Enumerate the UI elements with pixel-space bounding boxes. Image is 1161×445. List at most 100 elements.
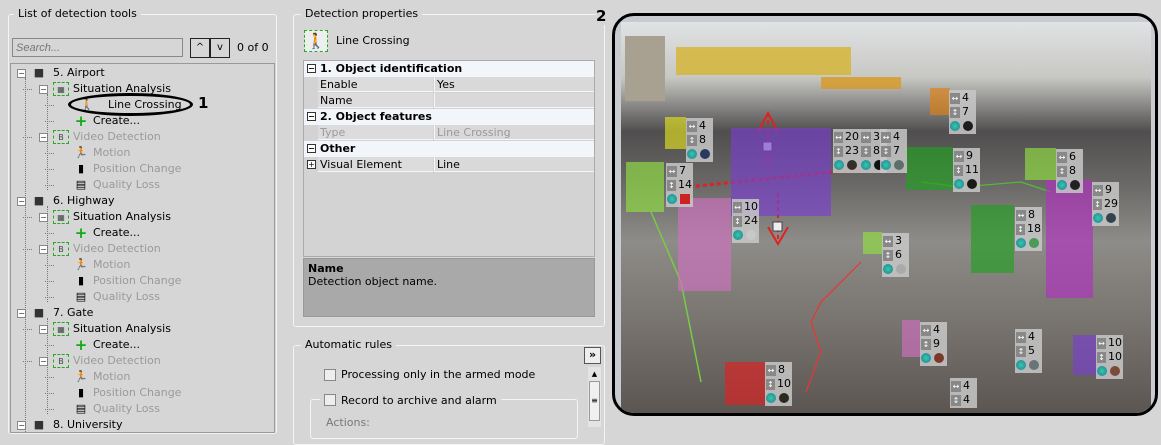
property-value[interactable]: Line bbox=[434, 157, 594, 172]
object-tag[interactable]: ↔ 7 ↕ 14 bbox=[666, 163, 693, 207]
video-preview[interactable]: ↔ 4 ↕ 8 ↔ 7 ↕ 14 ↔ 10 ↕ 24 ↔ 20 ↕ 23 ↔ 3 ↕ 8 ↔ 4 ↕ 7 ↔ 4 ↕ 7 ↔ 9 ↕ 11 ↔ 6… bbox=[612, 13, 1158, 416]
tree-item[interactable]: − ■ 7. Gate bbox=[11, 305, 271, 321]
object-tag[interactable]: ↔ 4 ↕ 7 bbox=[949, 90, 976, 134]
property-row[interactable]: + Visual Element Line bbox=[304, 157, 594, 173]
quality-loss-icon: ▤ bbox=[75, 290, 87, 303]
direction-handle-icon[interactable] bbox=[772, 221, 783, 232]
search-next-button[interactable]: v bbox=[210, 38, 230, 58]
tree-item[interactable]: 🏃 Motion bbox=[11, 369, 271, 385]
color-swatch bbox=[1029, 360, 1039, 370]
collapse-toggle[interactable]: − bbox=[17, 69, 26, 78]
globe-icon bbox=[921, 353, 931, 363]
section-toggle[interactable]: − bbox=[307, 64, 316, 73]
video-detection-icon: B bbox=[53, 354, 69, 368]
property-section[interactable]: − Other bbox=[304, 141, 594, 157]
property-value[interactable]: Yes bbox=[434, 77, 594, 92]
expand-rules-button[interactable]: » bbox=[584, 347, 601, 364]
tree-item[interactable]: − ■ 5. Airport bbox=[11, 65, 271, 81]
detection-zone bbox=[863, 232, 882, 254]
width-icon: ↔ bbox=[951, 380, 961, 392]
camera-icon: ■ bbox=[33, 66, 45, 79]
tree-connector bbox=[47, 318, 48, 414]
collapse-toggle[interactable]: − bbox=[39, 85, 48, 94]
tree-item[interactable]: − ▦ Situation Analysis bbox=[11, 321, 271, 337]
object-tag[interactable]: ↔ 4 ↕ 4 bbox=[950, 378, 977, 408]
scroll-up-arrow[interactable]: ▲ bbox=[588, 367, 601, 381]
tree-item[interactable]: − B Video Detection bbox=[11, 353, 271, 369]
object-tag[interactable]: ↔ 4 ↕ 7 bbox=[880, 129, 907, 173]
section-toggle[interactable]: − bbox=[307, 112, 316, 121]
tree-item[interactable]: − ■ 6. Highway bbox=[11, 193, 271, 209]
object-tag[interactable]: ↔ 10 ↕ 10 bbox=[1096, 335, 1123, 379]
width-icon: ↔ bbox=[1097, 337, 1106, 349]
object-tag[interactable]: ↔ 9 ↕ 29 bbox=[1092, 182, 1119, 226]
object-tag[interactable]: ↔ 4 ↕ 5 bbox=[1015, 329, 1042, 373]
tree-item[interactable]: + Create... bbox=[11, 225, 271, 241]
object-tag[interactable]: ↔ 6 ↕ 8 bbox=[1056, 149, 1083, 193]
property-row[interactable]: Name bbox=[304, 93, 594, 109]
property-name: Name bbox=[318, 93, 433, 108]
color-swatch bbox=[896, 264, 906, 274]
object-tag[interactable]: ↔ 4 ↕ 8 bbox=[686, 118, 713, 162]
position-change-icon: ▮ bbox=[77, 162, 85, 175]
property-grid[interactable]: −1. Object identification Enable Yes Name −2… bbox=[303, 60, 595, 257]
detection-zone bbox=[1073, 335, 1096, 375]
record-legend: Record to archive and alarm bbox=[320, 392, 501, 408]
property-row[interactable]: Enable Yes bbox=[304, 77, 594, 93]
search-input[interactable] bbox=[12, 38, 183, 57]
property-row[interactable]: Type Line Crossing bbox=[304, 125, 594, 141]
actions-label: Actions: bbox=[326, 416, 370, 429]
detection-tree[interactable]: − ■ 5. Airport − ▦ Situation Analysis 🚶 Line Cr… bbox=[10, 63, 275, 433]
color-swatch bbox=[967, 179, 977, 189]
object-tag[interactable]: ↔ 10 ↕ 24 bbox=[732, 199, 759, 243]
tag-width: 9 bbox=[1105, 183, 1112, 196]
section-toggle[interactable]: − bbox=[307, 144, 316, 153]
automatic-rules-title: Automatic rules bbox=[301, 338, 396, 351]
search-prev-button[interactable]: ^ bbox=[190, 38, 210, 58]
tree-item[interactable]: − B Video Detection bbox=[11, 241, 271, 257]
tree-item[interactable]: − ▦ Situation Analysis bbox=[11, 209, 271, 225]
rules-scrollbar[interactable]: ▲ ≡ bbox=[588, 367, 601, 427]
section-toggle[interactable]: + bbox=[307, 160, 316, 169]
property-section[interactable]: −2. Object features bbox=[304, 109, 594, 125]
record-checkbox[interactable] bbox=[324, 394, 336, 406]
object-tag[interactable]: ↔ 4 ↕ 9 bbox=[920, 322, 947, 366]
detection-zone bbox=[906, 147, 953, 190]
tree-item[interactable]: ▮ Position Change bbox=[11, 161, 271, 177]
tree-item[interactable]: ▮ Position Change bbox=[11, 273, 271, 289]
color-swatch bbox=[1106, 213, 1116, 223]
color-swatch bbox=[680, 194, 690, 204]
tree-item[interactable]: ▤ Quality Loss bbox=[11, 401, 271, 417]
tag-height: 7 bbox=[893, 144, 900, 157]
color-swatch bbox=[847, 160, 857, 170]
armed-mode-checkbox[interactable] bbox=[324, 369, 336, 381]
object-tag[interactable]: ↔ 8 ↕ 10 bbox=[765, 362, 792, 406]
height-icon: ↕ bbox=[834, 145, 843, 157]
tree-item[interactable]: − B Video Detection bbox=[11, 129, 271, 145]
scroll-thumb[interactable]: ≡ bbox=[589, 381, 600, 421]
tree-item[interactable]: + Create... bbox=[11, 337, 271, 353]
height-icon: ↕ bbox=[1093, 198, 1102, 210]
situation-analysis-icon: ▦ bbox=[53, 322, 69, 336]
tree-item[interactable]: ▤ Quality Loss bbox=[11, 289, 271, 305]
object-tag[interactable]: ↔ 9 ↕ 11 bbox=[953, 148, 980, 192]
tree-item[interactable]: − ■ 8. University bbox=[11, 417, 271, 432]
object-tag[interactable]: ↔ 3 ↕ 6 bbox=[882, 233, 909, 277]
tree-item[interactable]: 🏃 Motion bbox=[11, 145, 271, 161]
tree-item[interactable]: 🏃 Motion bbox=[11, 257, 271, 273]
tree-item[interactable]: ▤ Quality Loss bbox=[11, 177, 271, 193]
tree-item-label: 8. University bbox=[53, 418, 123, 431]
object-tag[interactable]: ↔ 20 ↕ 23 bbox=[833, 129, 860, 173]
globe-icon bbox=[861, 160, 871, 170]
height-icon: ↕ bbox=[881, 145, 891, 157]
width-icon: ↔ bbox=[766, 364, 776, 376]
tree-item[interactable]: ▮ Position Change bbox=[11, 385, 271, 401]
object-tag[interactable]: ↔ 8 ↕ 18 bbox=[1015, 207, 1042, 251]
globe-icon bbox=[881, 160, 891, 170]
property-value[interactable]: Line Crossing bbox=[434, 125, 594, 140]
record-label: Record to archive and alarm bbox=[341, 393, 497, 407]
width-icon: ↔ bbox=[1057, 151, 1067, 163]
width-icon: ↔ bbox=[950, 92, 960, 104]
property-value[interactable] bbox=[434, 93, 594, 108]
property-section[interactable]: −1. Object identification bbox=[304, 61, 594, 77]
